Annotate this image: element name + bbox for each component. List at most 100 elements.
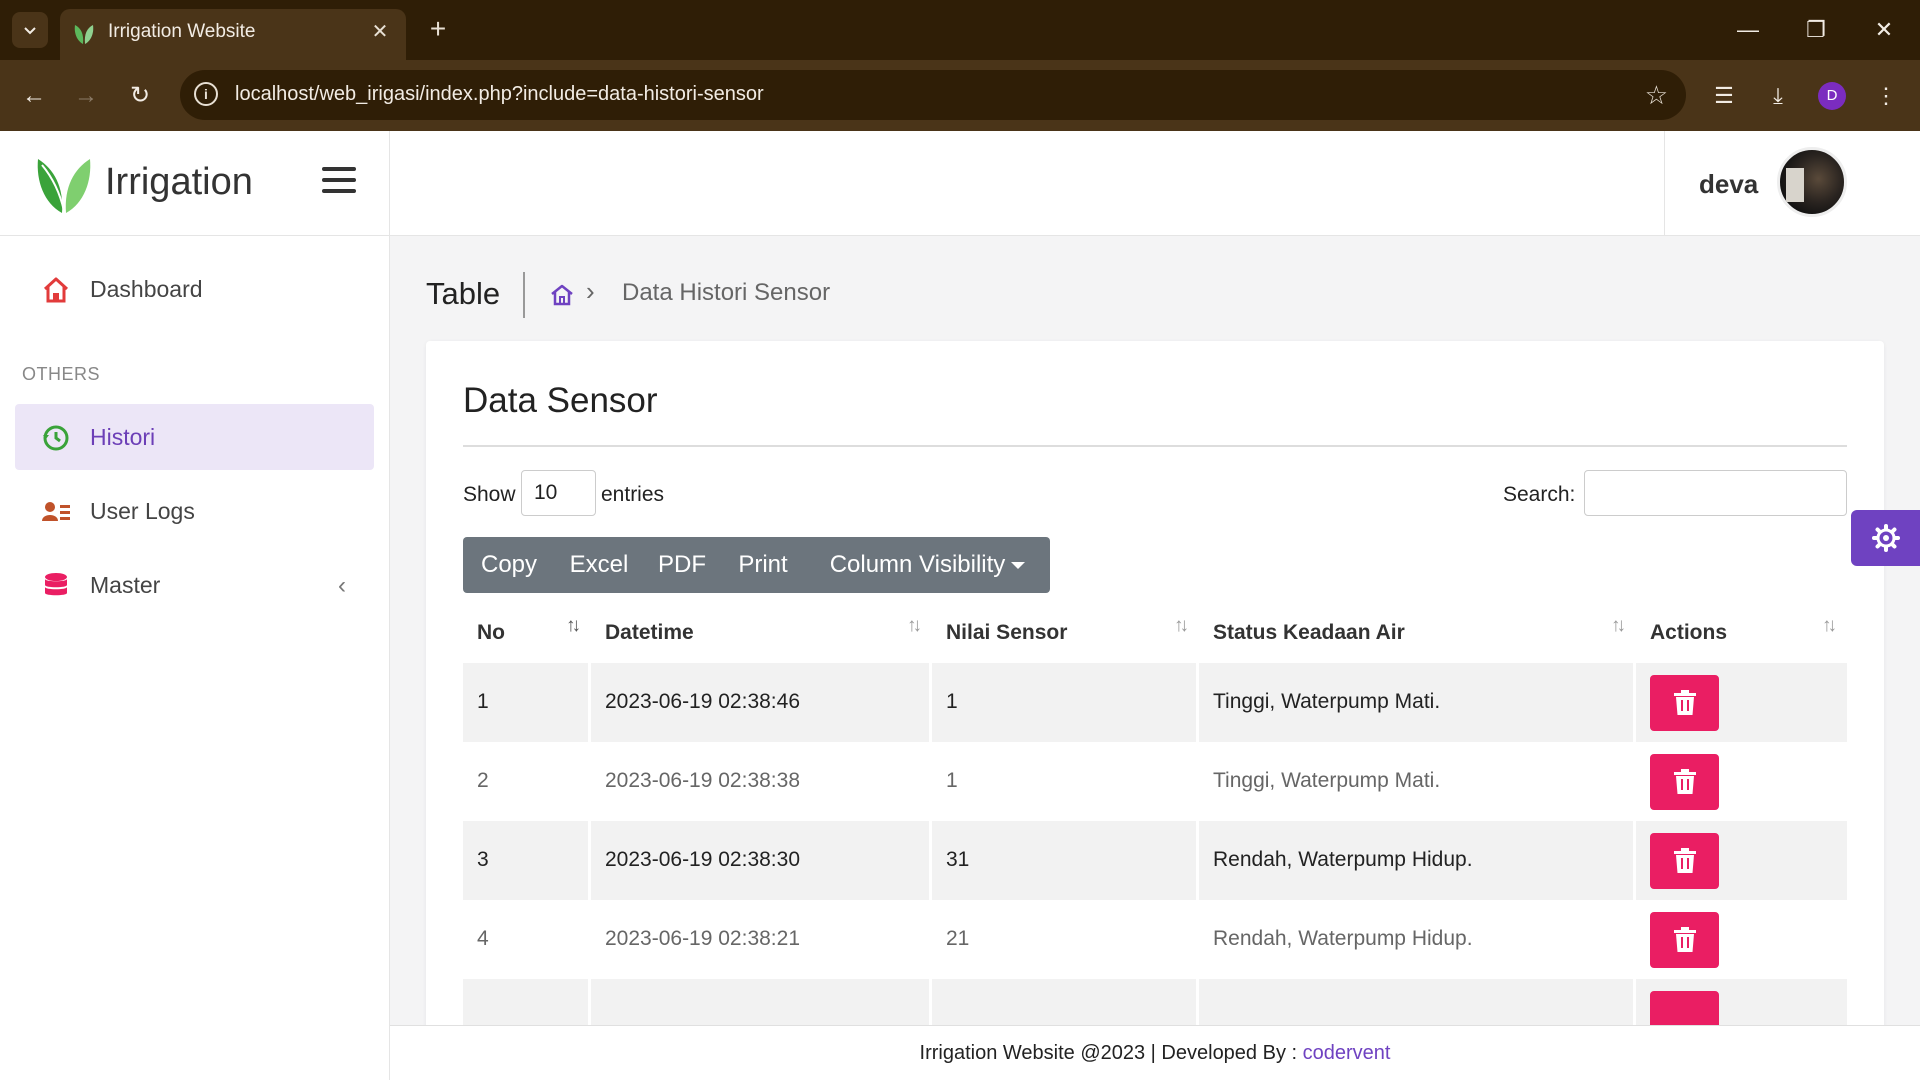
gear-icon — [1871, 524, 1900, 552]
delete-button[interactable] — [1650, 912, 1719, 968]
history-icon — [43, 425, 69, 451]
cell-datetime: 2023-06-19 02:38:30 — [605, 848, 800, 871]
profile-avatar[interactable]: D — [1818, 82, 1846, 110]
browser-tab-bar: Irrigation Website ✕ + — ❐ ✕ — [0, 0, 1920, 60]
chevron-down-icon — [24, 27, 36, 35]
table-row-partial — [463, 979, 1847, 1025]
excel-button[interactable]: Excel — [555, 537, 643, 593]
column-visibility-button[interactable]: Column Visibility — [805, 537, 1050, 593]
sidebar-item-histori[interactable]: Histori — [15, 404, 374, 470]
table-row: 2 2023-06-19 02:38:38 1 Tinggi, Waterpum… — [463, 742, 1847, 821]
site-info-icon[interactable]: i — [194, 82, 218, 106]
table-row: 1 2023-06-19 02:38:46 1 Tinggi, Waterpum… — [463, 663, 1847, 742]
download-icon[interactable]: ⤓ — [1758, 76, 1798, 116]
tab-title: Irrigation Website — [108, 21, 256, 42]
column-header-status[interactable]: Status Keadaan Air ↑↓ — [1199, 601, 1636, 663]
chevron-left-icon: ‹ — [338, 572, 346, 599]
reading-list-icon[interactable]: ☰ — [1704, 76, 1744, 116]
sidebar-item-label: Histori — [90, 424, 156, 450]
username[interactable]: deva — [1699, 169, 1758, 200]
forward-icon[interactable]: → — [66, 76, 106, 116]
cell-no: 2 — [477, 769, 489, 792]
sidebar-section-label: OTHERS — [22, 364, 101, 384]
sort-icon: ↑↓ — [1611, 615, 1626, 636]
browser-tab[interactable]: Irrigation Website ✕ — [60, 9, 406, 60]
trash-icon — [1673, 769, 1696, 794]
cell-nilai: 21 — [946, 927, 970, 950]
cell-status: Rendah, Waterpump Hidup. — [1213, 927, 1473, 950]
search-input[interactable] — [1584, 470, 1847, 516]
export-button-group: Copy Excel PDF Print Column Visibility — [463, 537, 1050, 593]
data-card: Data Sensor Show 10 entries Search: Copy… — [426, 341, 1884, 1025]
bookmark-star-icon[interactable]: ☆ — [1645, 80, 1668, 111]
card-divider — [463, 445, 1847, 447]
card-title: Data Sensor — [463, 381, 658, 420]
sidebar-item-label: Dashboard — [90, 276, 203, 302]
copy-button[interactable]: Copy — [463, 537, 555, 593]
cell-status: Rendah, Waterpump Hidup. — [1213, 848, 1473, 871]
entries-select[interactable]: 10 — [521, 470, 596, 516]
cell-nilai: 1 — [946, 769, 958, 792]
column-header-actions[interactable]: Actions ↑↓ — [1636, 601, 1847, 663]
main-content: Table › Data Histori Sensor Data Sensor … — [390, 236, 1920, 1025]
minimize-icon[interactable]: — — [1724, 10, 1772, 50]
cell-status: Tinggi, Waterpump Mati. — [1213, 769, 1441, 792]
cell-datetime: 2023-06-19 02:38:21 — [605, 927, 800, 950]
sort-icon: ↑↓ — [566, 615, 581, 636]
breadcrumb-divider — [523, 272, 525, 318]
sidebar-item-dashboard[interactable]: Dashboard — [15, 256, 374, 322]
delete-button[interactable] — [1650, 833, 1719, 889]
user-menu[interactable]: deva — [1664, 131, 1920, 236]
column-header-nilai-sensor[interactable]: Nilai Sensor ↑↓ — [932, 601, 1199, 663]
table-row: 4 2023-06-19 02:38:21 21 Rendah, Waterpu… — [463, 900, 1847, 979]
leaf-favicon-icon — [74, 25, 94, 44]
brand-name: Irrigation — [105, 161, 253, 203]
column-visibility-label: Column Visibility — [829, 551, 1006, 578]
cell-no: 4 — [477, 927, 489, 950]
sort-icon: ↑↓ — [907, 615, 922, 636]
pdf-button[interactable]: PDF — [643, 537, 721, 593]
footer-developer-link[interactable]: codervent — [1303, 1042, 1391, 1064]
user-logs-icon — [42, 502, 70, 521]
new-tab-button[interactable]: + — [420, 12, 456, 48]
restore-icon[interactable]: ❐ — [1792, 10, 1840, 50]
delete-button[interactable] — [1650, 754, 1719, 810]
url-text[interactable]: localhost/web_irigasi/index.php?include=… — [235, 83, 764, 106]
user-avatar[interactable] — [1777, 147, 1847, 217]
menu-toggle-icon[interactable] — [322, 167, 356, 197]
sort-icon: ↑↓ — [1822, 615, 1837, 636]
trash-icon — [1673, 848, 1696, 873]
database-icon — [45, 573, 67, 596]
reload-icon[interactable]: ↻ — [120, 76, 160, 116]
search-label: Search: — [1503, 483, 1576, 506]
column-header-datetime[interactable]: Datetime ↑↓ — [591, 601, 932, 663]
cell-no: 1 — [477, 690, 489, 713]
sidebar-item-label: User Logs — [90, 498, 195, 524]
sidebar-item-master[interactable]: Master ‹ — [15, 552, 374, 618]
cell-datetime: 2023-06-19 02:38:46 — [605, 690, 800, 713]
tab-close-icon[interactable]: ✕ — [366, 18, 394, 46]
page-title: Table — [426, 276, 501, 311]
app-header: Irrigation deva — [0, 131, 1920, 236]
browser-menu-icon[interactable]: ⋮ — [1866, 76, 1906, 116]
brand-area: Irrigation — [0, 131, 390, 236]
window-close-icon[interactable]: ✕ — [1860, 10, 1908, 50]
trash-icon — [1673, 690, 1696, 715]
delete-button[interactable] — [1650, 675, 1719, 731]
settings-button[interactable] — [1851, 510, 1920, 566]
tab-search-button[interactable] — [12, 12, 48, 48]
cell-no: 3 — [477, 848, 489, 871]
delete-button[interactable] — [1650, 991, 1719, 1025]
entries-label: entries — [601, 483, 665, 506]
breadcrumb-home-icon[interactable] — [549, 282, 575, 308]
browser-address-bar: ← → ↻ i localhost/web_irigasi/index.php?… — [0, 60, 1920, 131]
sidebar-item-user-logs[interactable]: User Logs — [15, 478, 374, 544]
url-bar[interactable]: i localhost/web_irigasi/index.php?includ… — [180, 70, 1686, 120]
home-icon — [43, 277, 69, 303]
table-row: 3 2023-06-19 02:38:30 31 Rendah, Waterpu… — [463, 821, 1847, 900]
print-button[interactable]: Print — [721, 537, 805, 593]
column-header-no[interactable]: No ↑↓ — [463, 601, 591, 663]
back-icon[interactable]: ← — [14, 76, 54, 116]
leaf-logo-icon — [37, 159, 91, 213]
breadcrumb-current: Data Histori Sensor — [622, 279, 831, 306]
